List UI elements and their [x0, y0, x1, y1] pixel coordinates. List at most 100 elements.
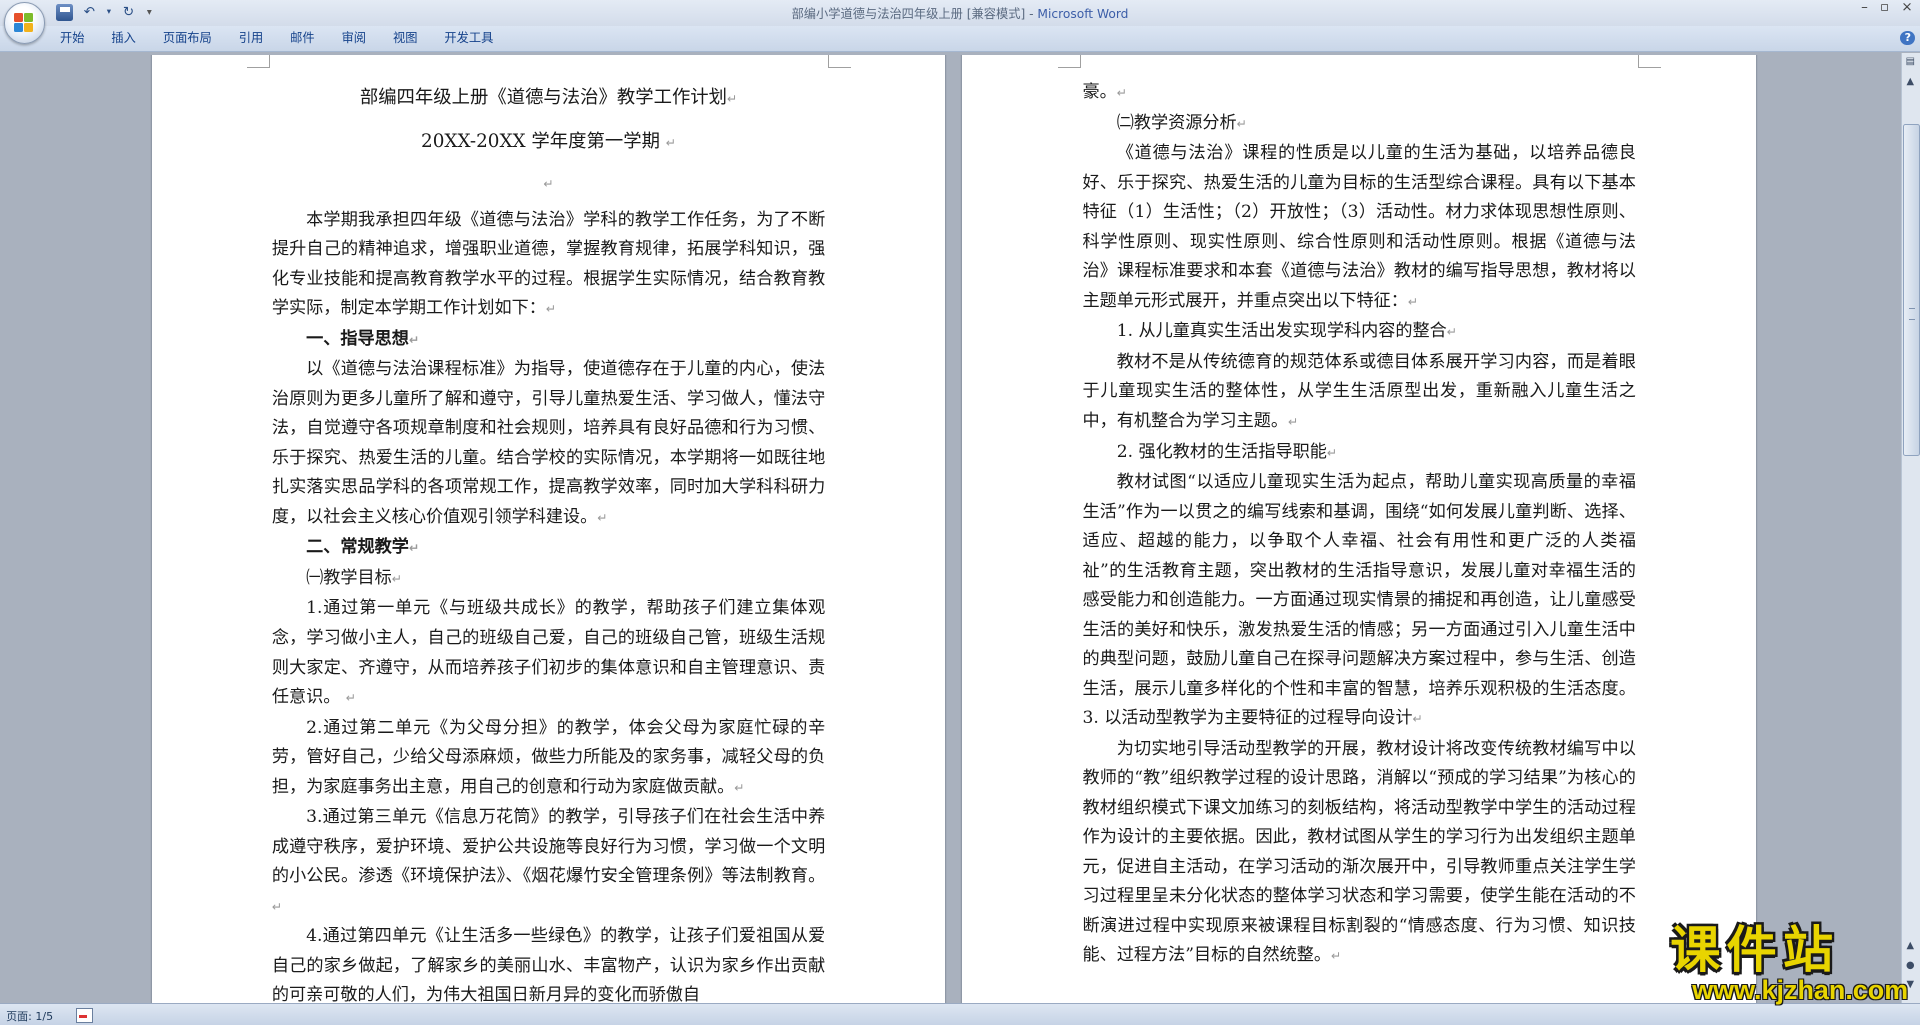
tab-review[interactable]: 审阅	[328, 29, 379, 47]
subheading-text: ㈠教学目标	[306, 567, 392, 588]
goal-item-2: 2.通过第二单元《为父母分担》的教学，体会父母为家庭忙碌的辛劳，管好自己，少给父…	[272, 714, 825, 804]
paragraph-mark: ↵	[1407, 294, 1419, 309]
feature-text: 2. 强化教材的生活指导职能	[1116, 441, 1327, 462]
scroll-up-icon[interactable]: ▲	[1903, 75, 1918, 90]
paragraph-text: 教材不是从传统德育的规范体系或德目体系展开学习内容，而是着眼于儿童现实生活的整体…	[1082, 351, 1636, 431]
paragraph-mark: ↵	[408, 332, 420, 347]
document-area: 部编四年级上册《道德与法治》教学工作计划↵ 20XX-20XX 学年度第一学期 …	[0, 52, 1902, 1003]
document-subtitle: 20XX-20XX 学年度第一学期 ↵	[272, 127, 825, 158]
tab-references[interactable]: 引用	[225, 29, 276, 47]
paragraph-mark: ↵	[345, 691, 357, 706]
status-bar: 页面: 1/5	[0, 1002, 1920, 1025]
document-name: 部编小学道德与法治四年级上册 [兼容模式]	[791, 6, 1026, 21]
watermark-url: www.kjzhan.com	[1692, 975, 1909, 1006]
word-window: ↶ ▾ ↻ ▾ 部编小学道德与法治四年级上册 [兼容模式] - Microsof…	[0, 0, 1920, 1025]
paragraph-mark: ↵	[1412, 712, 1423, 727]
right-page-text: 豪。↵ ㈡教学资源分析↵ 《道德与法治》课程的性质是以儿童的生活为基础，以培养品…	[1082, 78, 1635, 971]
vertical-scrollbar[interactable]: ▤ ▲ ▲ ● ▼	[1900, 52, 1920, 1003]
feature-text: 1. 从儿童真实生活出发实现学科内容的整合	[1116, 321, 1447, 342]
minimize-icon[interactable]: –	[1861, 0, 1868, 15]
paragraph-mark: ↵	[734, 780, 745, 795]
scroll-thumb[interactable]	[1902, 123, 1920, 457]
paragraph-mark: ↵	[1446, 325, 1458, 340]
feature-paragraph-3: 为切实地引导活动型教学的开展，教材设计将改变传统教材编写中以教师的“教”组织教学…	[1082, 735, 1635, 972]
ruler-toggle-icon[interactable]: ▤	[1903, 55, 1918, 70]
goal-item-3: 3.通过第三单元《信息万花筒》的教学，引导孩子们在社会生活中养成遵守秩序，爱护环…	[272, 803, 825, 922]
margin-corner	[1057, 55, 1081, 69]
page-left[interactable]: 部编四年级上册《道德与法治》教学工作计划↵ 20XX-20XX 学年度第一学期 …	[151, 55, 946, 1003]
feature-paragraph-2: 教材试图“以适应儿童现实生活为起点，帮助儿童实现高质量的幸福生活”作为一以贯之的…	[1082, 468, 1635, 735]
paragraph-mark: ↵	[543, 177, 554, 192]
margin-corner	[827, 55, 851, 69]
maximize-icon[interactable]: ▫	[1880, 0, 1889, 15]
feature-heading-2: 2. 强化教材的生活指导职能↵	[1082, 438, 1635, 469]
guiding-paragraph: 以《道德与法治课程标准》为指导，使道德存在于儿童的内心，使法治原则为更多儿童所了…	[272, 355, 825, 533]
heading-guiding-thought: 一、指导思想↵	[272, 325, 825, 356]
feature-heading-1: 1. 从儿童真实生活出发实现学科内容的整合↵	[1082, 317, 1635, 348]
resources-paragraph: 《道德与法治》课程的性质是以儿童的生活为基础，以培养品德良好、乐于探究、热爱生活…	[1082, 139, 1635, 317]
prev-page-icon[interactable]: ▲	[1903, 939, 1918, 954]
paragraph-mark: ↵	[727, 92, 738, 107]
paragraph-mark: ↵	[271, 899, 283, 914]
browse-object-icon[interactable]: ●	[1903, 959, 1918, 974]
tab-home[interactable]: 开始	[47, 29, 98, 47]
paragraph-text: 豪。	[1082, 82, 1117, 103]
paragraph-mark: ↵	[665, 135, 677, 150]
item-text: 3.通过第三单元《信息万花筒》的教学，引导孩子们在社会生活中养成遵守秩序，爱护环…	[271, 807, 826, 887]
empty-paragraph: ↵	[272, 169, 825, 199]
paragraph-mark: ↵	[545, 302, 557, 317]
goal-item-1: 1.通过第一单元《与班级共成长》的教学，帮助孩子们建立集体观念，学习做小主人，自…	[272, 594, 825, 713]
scroll-grip	[1908, 308, 1915, 321]
paragraph-mark: ↵	[1326, 445, 1338, 460]
paragraph-mark: ↵	[597, 510, 608, 525]
paragraph-mark: ↵	[408, 541, 420, 556]
continued-paragraph: 豪。↵	[1082, 78, 1635, 109]
app-name: Microsoft Word	[1037, 6, 1129, 21]
window-title: 部编小学道德与法治四年级上册 [兼容模式] - Microsoft Word	[0, 4, 1920, 22]
margin-corner	[1638, 55, 1662, 69]
title-bar: ↶ ▾ ↻ ▾ 部编小学道德与法治四年级上册 [兼容模式] - Microsof…	[0, 0, 1920, 44]
paragraph-text: 以《道德与法治课程标准》为指导，使道德存在于儿童的内心，使法治原则为更多儿童所了…	[271, 359, 826, 527]
subtitle-text: 20XX-20XX 学年度第一学期	[421, 130, 660, 152]
paragraph-mark: ↵	[1287, 415, 1299, 429]
watermark-text: 课件站	[1670, 920, 1840, 980]
paragraph-mark: ↵	[1116, 86, 1127, 101]
intro-paragraph: 本学期我承担四年级《道德与法治》学科的教学工作任务，为了不断提升自己的精神追求，…	[272, 206, 825, 325]
tab-view[interactable]: 视图	[380, 29, 431, 47]
subheading-text: ㈡教学资源分析	[1116, 112, 1237, 133]
site-watermark: 课件站 www.kjzhan.com	[1670, 920, 1909, 1006]
left-page-text: 部编四年级上册《道德与法治》教学工作计划↵ 20XX-20XX 学年度第一学期 …	[272, 83, 825, 1003]
page-right[interactable]: 豪。↵ ㈡教学资源分析↵ 《道德与法治》课程的性质是以儿童的生活为基础，以培养品…	[962, 55, 1756, 1003]
goal-item-4: 4.通过第四单元《让生活多一些绿色》的教学，让孩子们爱祖国从爱自己的家乡做起，了…	[272, 922, 825, 1003]
tab-page-layout[interactable]: 页面布局	[149, 29, 225, 47]
tab-mailings[interactable]: 邮件	[277, 29, 328, 47]
ribbon-tabs: 开始 插入 页面布局 引用 邮件 审阅 视图 开发工具	[47, 29, 507, 47]
subheading-goals: ㈠教学目标↵	[272, 564, 825, 595]
help-icon[interactable]: ?	[1900, 30, 1916, 46]
paragraph-text: 为切实地引导活动型教学的开展，教材设计将改变传统教材编写中以教师的“教”组织教学…	[1082, 738, 1636, 966]
heading-text: 一、指导思想	[306, 328, 409, 349]
title-separator: -	[1025, 6, 1038, 21]
heading-routine-teaching: 二、常规教学↵	[272, 533, 825, 564]
paragraph-mark: ↵	[391, 571, 402, 586]
heading-text: 二、常规教学	[306, 537, 409, 558]
margin-corner	[247, 55, 271, 69]
document-title: 部编四年级上册《道德与法治》教学工作计划↵	[272, 83, 825, 114]
close-icon[interactable]: ×	[1901, 0, 1912, 15]
subheading-resources: ㈡教学资源分析↵	[1082, 109, 1635, 140]
office-button-icon	[14, 13, 34, 33]
paragraph-mark: ↵	[1236, 116, 1247, 131]
spelling-status-icon[interactable]	[75, 1007, 93, 1023]
ribbon: 开始 插入 页面布局 引用 邮件 审阅 视图 开发工具 ?	[0, 25, 1920, 53]
paragraph-mark: ↵	[1330, 949, 1342, 964]
page-count[interactable]: 页面: 1/5	[6, 1008, 53, 1024]
office-button[interactable]	[3, 2, 45, 44]
window-controls: – ▫ ×	[1861, 0, 1913, 15]
tab-insert[interactable]: 插入	[98, 29, 149, 47]
paragraph-text: 教材试图“以适应儿童现实生活为起点，帮助儿童实现高质量的幸福生活”作为一以贯之的…	[1082, 472, 1636, 729]
feature-paragraph-1: 教材不是从传统德育的规范体系或德目体系展开学习内容，而是着眼于儿童现实生活的整体…	[1082, 348, 1635, 438]
title-text: 部编四年级上册《道德与法治》教学工作计划	[359, 87, 728, 109]
tab-developer[interactable]: 开发工具	[431, 29, 507, 47]
paragraph-text: 《道德与法治》课程的性质是以儿童的生活为基础，以培养品德良好、乐于探究、热爱生活…	[1082, 143, 1636, 311]
item-text: 4.通过第四单元《让生活多一些绿色》的教学，让孩子们爱祖国从爱自己的家乡做起，了…	[271, 926, 826, 1003]
